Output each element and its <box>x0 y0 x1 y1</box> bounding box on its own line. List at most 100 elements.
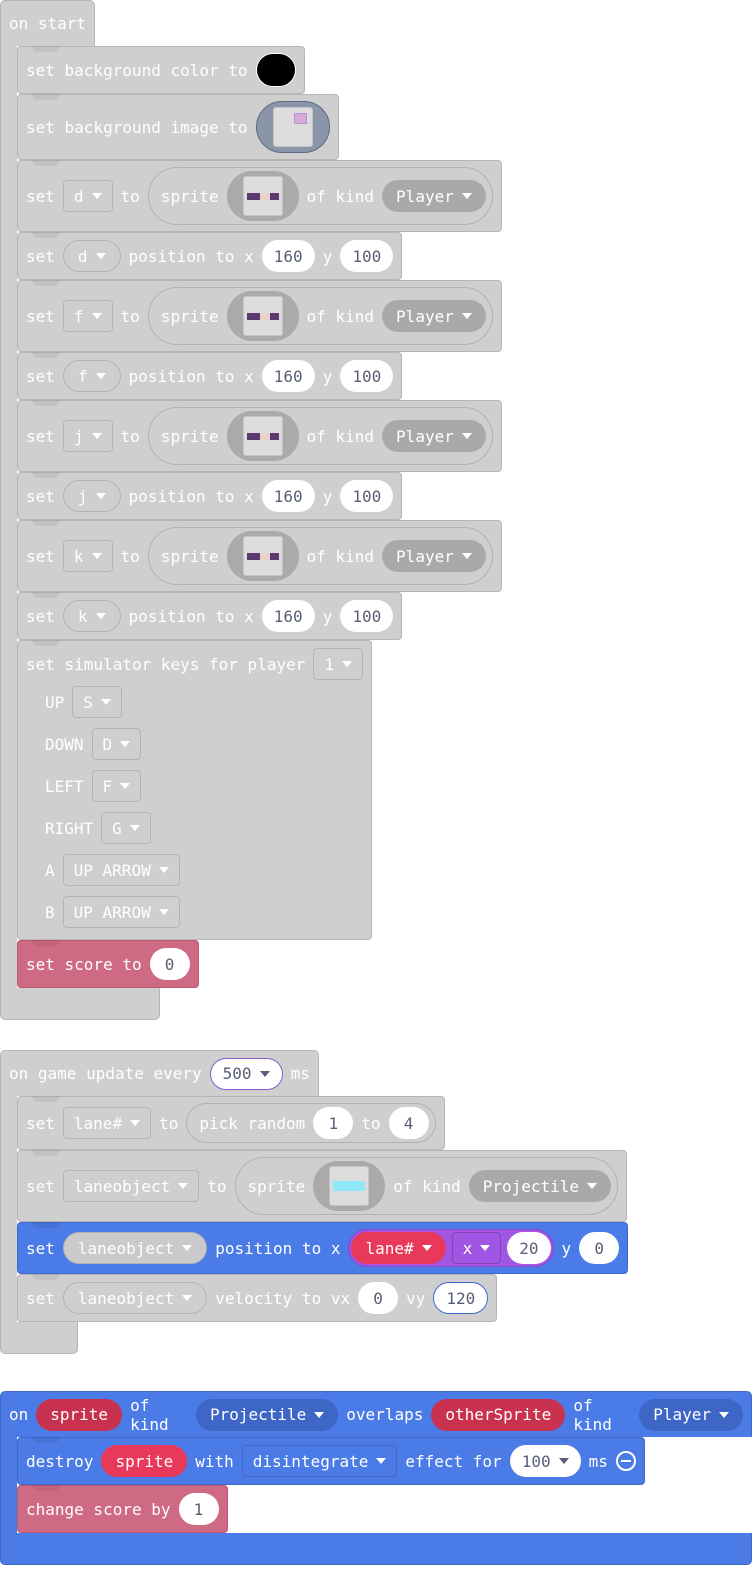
reporter-block[interactable]: sprite of kind Player <box>147 167 493 225</box>
reporter-block[interactable]: sprite of kind Projectile <box>234 1157 619 1215</box>
event-block-stack[interactable]: on game update every 500 ms set lane# to pick … <box>0 1050 629 1354</box>
variable-dropdown[interactable]: lane# <box>62 1107 152 1139</box>
reporter-block[interactable]: sprite of kind Player <box>147 407 493 465</box>
number-input[interactable]: 160 <box>261 600 315 632</box>
number-input[interactable]: 100 <box>340 600 394 632</box>
color-swatch[interactable] <box>255 53 296 87</box>
reporter-block[interactable]: sprite of kind Player <box>147 287 493 345</box>
statement-block[interactable]: set laneobject to sprite of kind Projectile <box>17 1150 628 1222</box>
variable-reporter[interactable]: sprite <box>36 1398 123 1431</box>
statement-block[interactable]: destroy sprite with disintegrate effect for 1… <box>17 1437 645 1485</box>
reporter-block[interactable]: sprite of kind Player <box>147 527 493 585</box>
statement-block[interactable]: set f to sprite of kind Player <box>17 280 502 352</box>
block-label: position to x <box>128 366 254 386</box>
kind-dropdown[interactable]: Projectile <box>468 1170 612 1202</box>
number-input[interactable]: 1 <box>313 1107 354 1139</box>
kind-dropdown[interactable]: Player <box>382 540 486 572</box>
variable-dropdown[interactable]: laneobject <box>62 1232 208 1264</box>
statement-block[interactable]: set k to sprite of kind Player <box>17 520 502 592</box>
variable-dropdown[interactable]: UP ARROW <box>62 896 180 928</box>
image-picker[interactable] <box>313 1161 386 1211</box>
statement-block[interactable]: set j position to x 160 y 100 <box>17 472 403 520</box>
block-label: set <box>26 1288 55 1308</box>
kind-dropdown[interactable]: Projectile <box>195 1398 339 1431</box>
remove-argument-icon[interactable] <box>615 1451 636 1471</box>
dropdown-value: disintegrate <box>252 1451 369 1471</box>
statement-block[interactable]: set j to sprite of kind Player <box>17 400 502 472</box>
number-input[interactable]: 100 <box>340 480 394 512</box>
variable-dropdown[interactable]: S <box>72 686 122 718</box>
image-picker[interactable] <box>226 171 299 221</box>
variable-dropdown[interactable]: UP ARROW <box>62 854 180 886</box>
variable-dropdown[interactable]: j <box>62 480 121 512</box>
event-hat-block[interactable]: on start <box>0 0 96 46</box>
variable-dropdown[interactable]: x <box>451 1232 502 1264</box>
variable-dropdown[interactable]: G <box>101 812 151 844</box>
variable-dropdown[interactable]: F <box>91 770 142 802</box>
kind-dropdown[interactable]: Player <box>382 300 486 332</box>
number-input[interactable]: 160 <box>261 240 315 272</box>
block-label: y <box>561 1238 572 1258</box>
dropdown-caret-icon <box>158 867 169 873</box>
statement-block[interactable]: set simulator keys for player 1 UP S DOWN D LE… <box>17 640 372 940</box>
number-input[interactable]: 100 <box>340 360 394 392</box>
statement-block[interactable]: set d to sprite of kind Player <box>17 160 502 232</box>
number-dropdown[interactable]: 100 <box>509 1445 581 1477</box>
variable-dropdown[interactable]: laneobject <box>62 1282 208 1314</box>
statement-block[interactable]: set lane# to pick random 1 to 4 <box>17 1096 445 1150</box>
event-block-stack[interactable]: on sprite of kind Projectile overlaps otherSp… <box>0 1391 752 1565</box>
variable-dropdown[interactable]: j <box>62 420 113 452</box>
dropdown-value: d <box>73 186 84 206</box>
variable-dropdown[interactable]: f <box>62 360 121 392</box>
image-picker[interactable] <box>226 291 299 341</box>
statement-block[interactable]: set laneobject position to x lane# x 20 y 0 <box>17 1222 629 1274</box>
variable-reporter[interactable]: sprite <box>101 1445 188 1477</box>
statement-block[interactable]: set d position to x 160 y 100 <box>17 232 403 280</box>
dropdown-value: Player <box>653 1405 711 1424</box>
number-input[interactable]: 120 <box>433 1282 489 1314</box>
event-hat-block[interactable]: on sprite of kind Projectile overlaps otherSp… <box>0 1391 752 1437</box>
variable-dropdown[interactable]: D <box>91 728 142 760</box>
variable-dropdown[interactable]: disintegrate <box>241 1445 398 1477</box>
number-input[interactable]: 160 <box>261 360 315 392</box>
statement-block[interactable]: set background color to <box>17 46 305 94</box>
reporter-block[interactable]: pick random 1 to 4 <box>186 1103 436 1143</box>
number-input[interactable]: 0 <box>358 1282 399 1314</box>
variable-dropdown[interactable]: f <box>62 300 113 332</box>
variable-dropdown[interactable]: k <box>62 600 121 632</box>
image-picker[interactable] <box>226 411 299 461</box>
variable-reporter[interactable]: otherSprite <box>431 1398 566 1431</box>
statement-block[interactable]: set k position to x 160 y 100 <box>17 592 403 640</box>
number-input[interactable]: 4 <box>388 1107 429 1139</box>
number-input[interactable]: 160 <box>261 480 315 512</box>
number-input[interactable]: 1 <box>178 1493 219 1525</box>
statement-block[interactable]: set background image to <box>17 94 339 160</box>
variable-dropdown[interactable]: d <box>62 240 121 272</box>
variable-dropdown[interactable]: k <box>62 540 113 572</box>
statement-block[interactable]: set f position to x 160 y 100 <box>17 352 403 400</box>
variable-reporter[interactable]: lane# <box>351 1232 446 1264</box>
statement-block[interactable]: change score by 1 <box>17 1485 228 1533</box>
block-line: set background image to <box>26 101 330 153</box>
statement-block[interactable]: set laneobject velocity to vx 0 vy 120 <box>17 1274 498 1322</box>
number-input[interactable]: 0 <box>579 1232 620 1264</box>
image-picker[interactable] <box>255 101 330 153</box>
number-input[interactable]: 20 <box>507 1232 551 1264</box>
variable-name: sprite <box>115 1451 174 1471</box>
number-input[interactable]: 100 <box>340 240 394 272</box>
event-hat-block[interactable]: on game update every 500 ms <box>0 1050 319 1096</box>
variable-dropdown[interactable]: d <box>62 180 113 212</box>
multiply-reporter[interactable]: lane# x 20 <box>348 1229 554 1267</box>
variable-dropdown[interactable]: 1 <box>313 648 363 680</box>
variable-dropdown[interactable]: laneobject <box>62 1170 200 1202</box>
event-block-stack[interactable]: on start set background color to set backg… <box>0 0 502 1020</box>
block-label: y <box>322 366 333 386</box>
kind-dropdown[interactable]: Player <box>639 1398 743 1431</box>
number-dropdown[interactable]: 500 <box>209 1057 283 1090</box>
kind-dropdown[interactable]: Player <box>382 420 486 452</box>
image-picker[interactable] <box>226 531 299 581</box>
kind-dropdown[interactable]: Player <box>382 180 486 212</box>
number-input[interactable]: 0 <box>149 948 190 980</box>
statement-block[interactable]: set score to 0 <box>17 940 199 988</box>
dropdown-caret-icon <box>376 1458 387 1464</box>
